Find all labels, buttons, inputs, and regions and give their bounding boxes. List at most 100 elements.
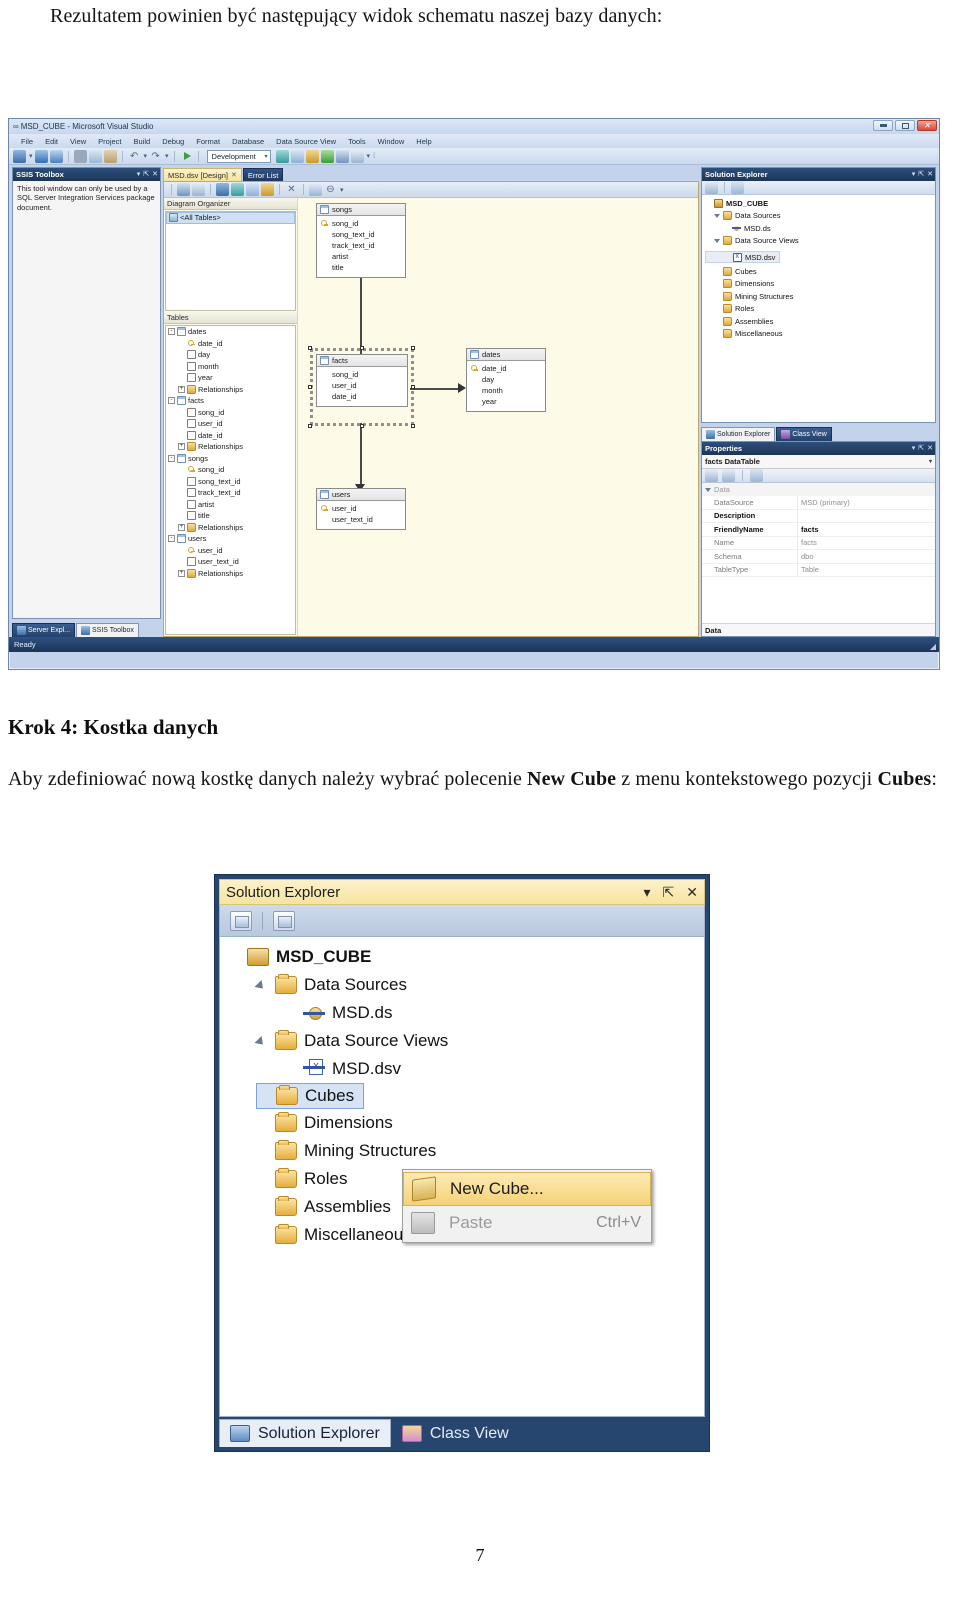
deploy-icon[interactable] <box>320 149 334 163</box>
maximize-button[interactable] <box>895 120 915 131</box>
property-pages-icon[interactable] <box>750 469 763 482</box>
solution-tree-row[interactable]: MSD.ds <box>705 222 935 235</box>
dock-tab-solution-explorer[interactable]: Solution Explorer <box>701 427 776 441</box>
solution-explorer-tree[interactable]: MSD_CUBE Data Sources MSD.ds Data Source Vi… <box>702 195 935 422</box>
diagram-canvas[interactable]: songs song_id song_text_id track_text_id… <box>297 198 698 636</box>
show-all-files-icon[interactable] <box>731 181 744 194</box>
tables-tree-row[interactable]: - facts <box>166 395 295 407</box>
tables-tree-row[interactable]: title <box>166 510 295 522</box>
expand-toggle-icon[interactable]: + <box>178 443 185 451</box>
menu-item-edit[interactable]: Edit <box>39 137 64 146</box>
fig2-tab-solution-explorer[interactable]: Solution Explorer <box>219 1419 391 1447</box>
property-value[interactable]: facts <box>797 523 935 536</box>
collapse-triangle-icon[interactable] <box>714 238 720 244</box>
alphabetical-view-icon[interactable] <box>722 469 735 482</box>
dock-tab-ssis-toolbox[interactable]: SSIS Toolbox <box>76 623 139 637</box>
chevron-down-icon[interactable]: ▾ <box>644 884 651 901</box>
tables-tree-row[interactable]: + Relationships <box>166 522 295 534</box>
property-value[interactable]: Table <box>797 563 935 576</box>
fig2-solution-tree[interactable]: MSD_CUBE Data Sources MSD.ds Data Source Vi… <box>219 937 705 1417</box>
cut-icon[interactable] <box>73 149 87 163</box>
resize-handle-nw[interactable] <box>308 346 312 350</box>
menu-item-window[interactable]: Window <box>372 137 411 146</box>
zoom-out-icon[interactable]: ⊖ <box>324 183 337 196</box>
document-tab-error-list[interactable]: Error List <box>242 168 284 181</box>
collapse-toggle-icon[interactable]: - <box>168 535 175 543</box>
pin-icon[interactable]: ⇱ <box>143 171 149 178</box>
expand-toggle-icon[interactable]: + <box>178 569 185 577</box>
zoom-dropdown-icon[interactable]: ▾ <box>340 186 344 194</box>
dock-tab-server-explorer[interactable]: Server Expl... <box>12 623 76 637</box>
tables-tree-row[interactable]: month <box>166 361 295 373</box>
undo-dropdown-icon[interactable]: ▾ <box>144 152 148 160</box>
menu-item-project[interactable]: Project <box>92 137 127 146</box>
menu-item-format[interactable]: Format <box>190 137 226 146</box>
fig2-tree-row[interactable]: MSD.dsv <box>284 1055 704 1083</box>
property-row[interactable]: FriendlyName facts <box>702 523 935 537</box>
tables-tree-row[interactable]: song_id <box>166 464 295 476</box>
diagram-table-dates[interactable]: dates date_id day month year <box>466 348 546 412</box>
menu-item-debug[interactable]: Debug <box>156 137 190 146</box>
arrange-tables-icon[interactable] <box>309 183 322 196</box>
menu-item-database[interactable]: Database <box>226 137 270 146</box>
solution-tree-row[interactable]: Assemblies <box>705 315 935 328</box>
fig2-tree-row[interactable]: Data Source Views <box>256 1027 704 1055</box>
tables-tree-row[interactable]: date_id <box>166 430 295 442</box>
new-project-dropdown-icon[interactable]: ▾ <box>29 152 33 160</box>
solution-tree-row[interactable]: MSD.dsv <box>705 250 781 264</box>
pin-icon[interactable]: ⇱ <box>918 445 924 452</box>
collapse-toggle-icon[interactable]: - <box>168 397 175 405</box>
properties-icon[interactable] <box>230 910 252 931</box>
start-debug-icon[interactable] <box>180 150 193 163</box>
menu-item-view[interactable]: View <box>64 137 92 146</box>
collapse-triangle-icon[interactable] <box>714 213 720 219</box>
chevron-down-icon[interactable]: ▾ <box>912 445 916 452</box>
tables-tree-row[interactable]: - dates <box>166 326 295 338</box>
properties-category-row[interactable]: Data <box>702 483 935 496</box>
close-button[interactable]: ✕ <box>917 120 937 131</box>
categorized-view-icon[interactable] <box>705 469 718 482</box>
property-row[interactable]: Description <box>702 509 935 523</box>
fig2-tree-row[interactable]: MSD_CUBE <box>228 943 704 971</box>
collapse-toggle-icon[interactable]: - <box>168 328 175 336</box>
solution-tree-row[interactable]: Mining Structures <box>705 290 935 303</box>
diagram-table-facts[interactable]: facts song_id user_id date_id <box>316 354 408 407</box>
solution-tree-row[interactable]: Roles <box>705 303 935 316</box>
properties-icon[interactable] <box>705 181 718 194</box>
properties-object-selector[interactable]: facts DataTable ▾ <box>702 455 935 469</box>
property-value[interactable]: dbo <box>797 550 935 563</box>
explore-data-icon[interactable] <box>261 183 274 196</box>
find-icon[interactable] <box>275 149 289 163</box>
context-menu-item-new-cube[interactable]: New Cube... <box>403 1172 651 1206</box>
expand-toggle-icon[interactable]: + <box>178 385 185 393</box>
property-row[interactable]: Schema dbo <box>702 550 935 564</box>
close-icon[interactable]: ✕ <box>927 445 933 452</box>
paste-icon[interactable] <box>103 149 117 163</box>
new-named-calculation-icon[interactable] <box>231 183 244 196</box>
menu-item-tools[interactable]: Tools <box>342 137 372 146</box>
solution-configuration-combo[interactable]: Development ▾ <box>206 149 271 163</box>
object-browser-icon[interactable] <box>350 149 364 163</box>
tables-tree-row[interactable]: date_id <box>166 338 295 350</box>
toolbar-options-icon[interactable]: ⁞ <box>373 153 375 160</box>
toolbar-overflow-icon[interactable]: ▾ <box>367 152 371 160</box>
tables-tree-row[interactable]: song_id <box>166 407 295 419</box>
menu-item-data-source-view[interactable]: Data Source View <box>270 137 342 146</box>
resize-handle-sw[interactable] <box>308 424 312 428</box>
expand-toggle-icon[interactable]: + <box>178 523 185 531</box>
close-icon[interactable]: ✕ <box>927 171 933 178</box>
fig2-tree-row[interactable]: Dimensions <box>256 1109 704 1137</box>
save-icon[interactable] <box>34 149 48 163</box>
add-remove-tables-icon[interactable] <box>177 183 190 196</box>
new-project-icon[interactable] <box>13 149 26 163</box>
toolbox-window-icon[interactable] <box>290 149 304 163</box>
property-row[interactable]: DataSource MSD (primary) <box>702 496 935 510</box>
resize-handle-e[interactable] <box>411 385 415 389</box>
fig2-tree-row[interactable]: Data Sources <box>256 971 704 999</box>
tables-tree-row[interactable]: artist <box>166 499 295 511</box>
tables-tree-row[interactable]: + Relationships <box>166 384 295 396</box>
fig2-tree-row[interactable]: MSD.ds <box>284 999 704 1027</box>
show-table-properties-icon[interactable] <box>192 183 205 196</box>
menu-item-build[interactable]: Build <box>128 137 157 146</box>
delete-objects-icon[interactable]: ✕ <box>285 183 298 196</box>
